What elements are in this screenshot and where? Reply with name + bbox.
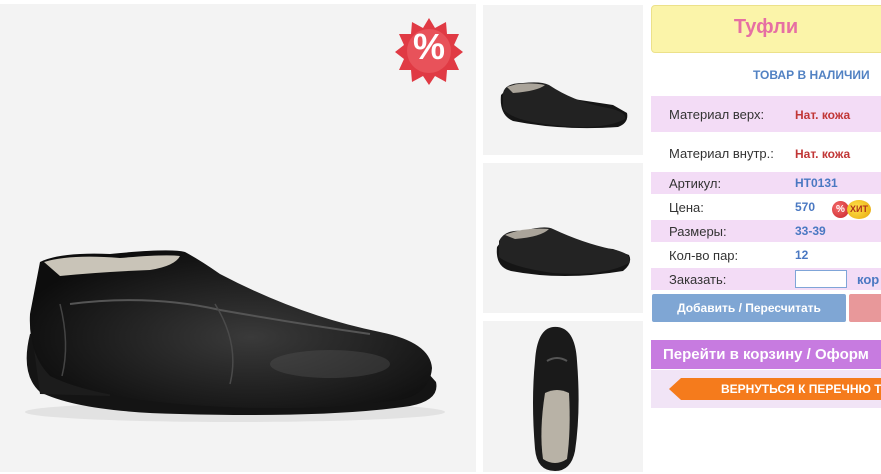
hit-badge: ХИТ: [847, 200, 871, 219]
order-quantity-input[interactable]: [795, 270, 847, 288]
article-value: НТ0131: [795, 176, 838, 190]
back-to-list-button[interactable]: ВЕРНУТЬСЯ К ПЕРЕЧНЮ ТО: [681, 378, 881, 400]
secondary-action-button[interactable]: [849, 294, 881, 322]
add-recalculate-button[interactable]: Добавить / Пересчитать: [652, 294, 846, 322]
material-inner-label: Материал внутр.:: [669, 146, 774, 161]
price-label: Цена:: [669, 200, 704, 215]
order-label: Заказать:: [669, 272, 727, 287]
product-info-panel: Туфли ТОВАР В НАЛИЧИИ Материал верх: Нат…: [651, 4, 881, 474]
loafer-top-view-photo: [533, 326, 579, 471]
loafer-side-view-photo: [496, 227, 631, 276]
material-inner-value: Нат. кожа: [795, 147, 851, 161]
product-title: Туфли: [733, 16, 799, 38]
thumbnail-3[interactable]: [483, 321, 643, 472]
material-top-value: Нат. кожа: [795, 108, 851, 122]
price-value: 570: [795, 200, 816, 214]
back-area: ВЕРНУТЬСЯ К ПЕРЕЧНЮ ТО: [651, 370, 881, 408]
main-product-image[interactable]: %: [0, 4, 476, 472]
stock-status: ТОВАР В НАЛИЧИИ: [753, 68, 870, 82]
pairs-label: Кол-во пар:: [669, 248, 739, 263]
thumbnail-2[interactable]: [483, 163, 643, 313]
thumbnail-1[interactable]: [483, 5, 643, 155]
loafer-side-view-photo: [500, 82, 628, 129]
sizes-value: 33-39: [795, 224, 826, 238]
material-top-label: Материал верх:: [669, 107, 765, 122]
sizes-label: Размеры:: [669, 224, 727, 239]
sale-badge-text: %: [412, 26, 445, 67]
pairs-value: 12: [795, 248, 809, 262]
order-unit-label: кор: [857, 272, 880, 287]
article-label: Артикул:: [669, 176, 722, 191]
back-arrow-icon: [669, 378, 681, 400]
go-to-cart-button[interactable]: Перейти в корзину / Оформ: [651, 340, 881, 369]
